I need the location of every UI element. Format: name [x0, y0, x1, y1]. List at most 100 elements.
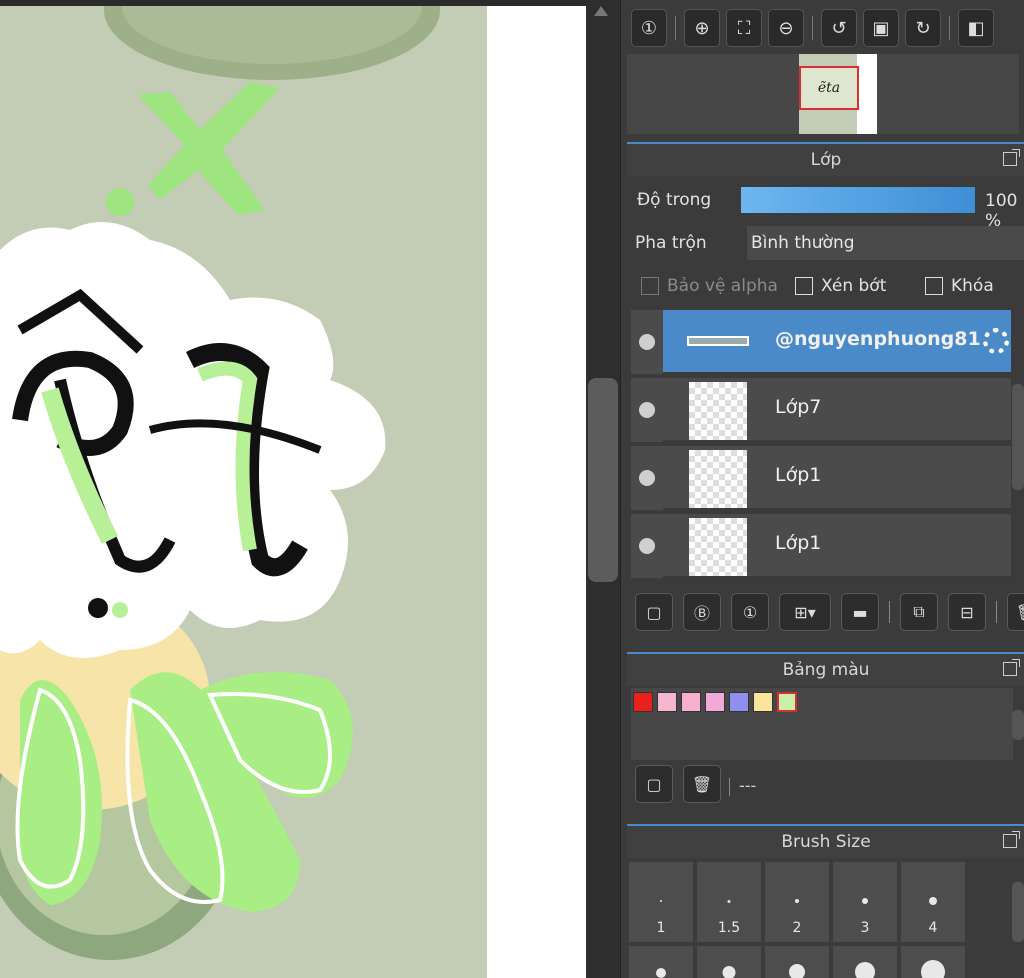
popout-icon[interactable]	[1003, 831, 1020, 848]
brush-size-cell[interactable]	[901, 946, 965, 978]
zoom-in-icon[interactable]: ⊕	[684, 9, 720, 47]
zoom-actual-icon[interactable]: ①	[631, 9, 667, 47]
fit-screen-icon[interactable]: ⛶	[726, 9, 762, 47]
brush-size-panel-header: Brush Size	[627, 824, 1024, 858]
color-swatch[interactable]	[633, 692, 653, 712]
brush-size-cell[interactable]: 1.5	[697, 862, 761, 942]
brush-dot	[855, 962, 875, 978]
layer-row[interactable]: @nguyenphuong81	[631, 310, 1011, 374]
layer-list-scrollbar[interactable]	[1012, 384, 1024, 490]
brush-dot	[862, 898, 868, 904]
layer-name: Lớp7	[775, 396, 822, 418]
brush-scrollbar[interactable]	[1012, 882, 1024, 942]
flip-horizontal-icon[interactable]: ◧	[958, 9, 994, 47]
artwork-illustration	[0, 0, 440, 960]
scroll-up-arrow-icon[interactable]	[594, 6, 608, 16]
layer-panel-title: Lớp	[810, 150, 842, 170]
palette-scrollbar[interactable]	[1012, 710, 1024, 740]
navigator-view-frame[interactable]: ẽta	[799, 66, 859, 110]
layer-name: Lớp1	[775, 464, 822, 486]
checkbox-box	[641, 277, 659, 295]
popout-icon[interactable]	[1003, 659, 1020, 676]
blend-label: Pha trộn	[635, 233, 707, 253]
brush-size-grid: 1 1.5 2 3 4	[627, 862, 967, 978]
brush-size-cell[interactable]: 1	[629, 862, 693, 942]
checkbox-box	[795, 277, 813, 295]
toolbar-separator	[889, 601, 890, 623]
new-1bit-layer-icon[interactable]: ①	[731, 593, 769, 631]
brush-size-label: 3	[860, 920, 870, 936]
artwork	[0, 0, 487, 978]
popout-icon[interactable]	[1003, 149, 1020, 166]
scrollbar-thumb[interactable]	[588, 378, 618, 582]
rotate-left-icon[interactable]: ↺	[821, 9, 857, 47]
protect-alpha-checkbox[interactable]: Bảo vệ alpha	[641, 276, 778, 296]
gear-icon[interactable]	[983, 328, 1009, 354]
blend-mode-select[interactable]: Bình thường	[747, 226, 1024, 260]
brush-size-label: 4	[928, 920, 938, 936]
fit-window-icon[interactable]: ▣	[863, 9, 899, 47]
lock-label: Khóa	[951, 276, 994, 296]
layer-thumbnail	[689, 382, 747, 440]
layer-actions: ▢ Ⓑ ① ⊞▾ ▬ ⧉ ⊟ 🗑	[635, 592, 1024, 632]
delete-layer-icon[interactable]: 🗑	[1007, 593, 1024, 631]
visibility-toggle[interactable]	[631, 378, 663, 442]
brush-size-panel-title: Brush Size	[781, 832, 871, 852]
folder-icon[interactable]: ▬	[841, 593, 879, 631]
brush-size-cell[interactable]: 3	[833, 862, 897, 942]
toolbar-separator	[996, 601, 997, 623]
layer-row[interactable]: Lớp1	[631, 446, 1011, 510]
layer-panel-header: Lớp	[627, 142, 1024, 176]
opacity-value: 100 %	[985, 191, 1018, 231]
opacity-label: Độ trong	[637, 190, 712, 210]
app-window: ① ⊕ ⛶ ⊖ ↺ ▣ ↻ ◧ ẽta Lớp Độ trong 100 % P…	[0, 0, 1024, 978]
color-swatch[interactable]	[729, 692, 749, 712]
new-8bit-layer-icon[interactable]: Ⓑ	[683, 593, 721, 631]
opacity-slider[interactable]	[741, 187, 975, 213]
new-palette-icon[interactable]: ▢	[635, 765, 673, 803]
brush-dot	[656, 968, 666, 978]
layer-row[interactable]: Lớp7	[631, 378, 1011, 442]
color-swatch[interactable]	[705, 692, 725, 712]
add-layer-menu-icon[interactable]: ⊞▾	[779, 593, 831, 631]
color-swatch[interactable]	[753, 692, 773, 712]
brush-dot	[929, 897, 937, 905]
palette-panel-header: Bảng màu	[627, 652, 1024, 686]
brush-dot	[789, 964, 805, 978]
checkbox-box	[925, 277, 943, 295]
color-swatch-selected[interactable]	[777, 692, 797, 712]
brush-size-cell[interactable]	[765, 946, 829, 978]
brush-size-cell[interactable]: 4	[901, 862, 965, 942]
duplicate-layer-icon[interactable]: ⧉	[900, 593, 938, 631]
new-layer-icon[interactable]: ▢	[635, 593, 673, 631]
brush-size-label: 2	[792, 920, 802, 936]
drawing-canvas[interactable]	[0, 0, 586, 978]
blend-mode-value: Bình thường	[751, 233, 855, 253]
layer-list: @nguyenphuong81 Lớp7 Lớp1 Lớp1	[631, 310, 1015, 586]
visibility-toggle[interactable]	[631, 446, 663, 510]
merge-down-icon[interactable]: ⊟	[948, 593, 986, 631]
lock-checkbox[interactable]: Khóa	[925, 276, 994, 296]
layer-row[interactable]: Lớp1	[631, 514, 1011, 578]
layer-thumbnail	[689, 518, 747, 576]
layer-name: @nguyenphuong81	[775, 328, 981, 350]
delete-palette-icon[interactable]: 🗑	[683, 765, 721, 803]
brush-size-cell[interactable]	[629, 946, 693, 978]
rotate-right-icon[interactable]: ↻	[905, 9, 941, 47]
visibility-toggle[interactable]	[631, 310, 663, 374]
navigator-preview[interactable]: ẽta	[627, 54, 1019, 134]
color-swatch[interactable]	[681, 692, 701, 712]
visibility-toggle[interactable]	[631, 514, 663, 578]
zoom-out-icon[interactable]: ⊖	[768, 9, 804, 47]
color-swatch[interactable]	[657, 692, 677, 712]
brush-size-cell[interactable]	[697, 946, 761, 978]
canvas-vertical-scrollbar[interactable]	[586, 0, 620, 978]
brush-size-cell[interactable]: 2	[765, 862, 829, 942]
toolbar-separator	[729, 778, 730, 796]
brush-size-cell[interactable]	[833, 946, 897, 978]
layer-name: Lớp1	[775, 532, 822, 554]
clipping-checkbox[interactable]: Xén bớt	[795, 276, 886, 296]
layer-thumbnail	[687, 336, 749, 346]
clipping-label: Xén bớt	[821, 276, 887, 296]
right-panel: ① ⊕ ⛶ ⊖ ↺ ▣ ↻ ◧ ẽta Lớp Độ trong 100 % P…	[620, 0, 1024, 978]
